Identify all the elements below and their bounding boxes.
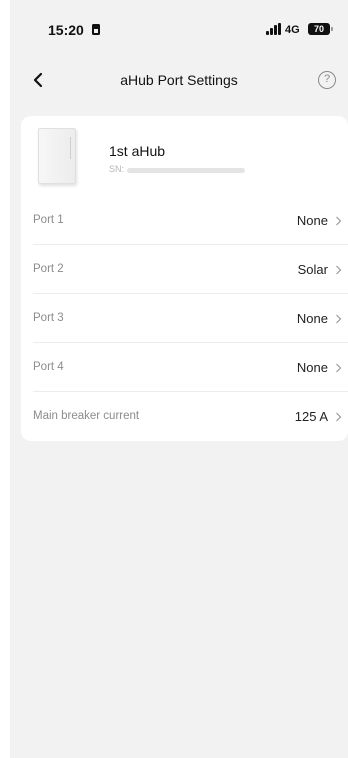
device-sn-redacted <box>127 168 245 173</box>
row-value: Solar <box>297 262 328 277</box>
battery-icon: 70 <box>308 23 333 35</box>
row-value: None <box>296 311 328 326</box>
status-bar: 15:20 4G 70 <box>10 0 348 58</box>
row-value: 125 A <box>294 409 328 424</box>
device-sn-label: SN: <box>109 164 125 174</box>
page-title: aHub Port Settings <box>120 72 238 88</box>
chevron-right-icon <box>336 412 342 422</box>
row-value: None <box>296 213 328 228</box>
sim-card-icon <box>92 24 100 35</box>
device-image <box>38 128 76 184</box>
port-list: Port 1 None Port 2 Solar Port 3 None Por… <box>33 196 348 441</box>
chevron-right-icon <box>336 314 342 324</box>
battery-level: 70 <box>313 24 324 34</box>
port-1-row[interactable]: Port 1 None <box>33 196 348 245</box>
row-label: Port 2 <box>33 263 64 275</box>
device-info: 1st aHub SN: <box>21 116 348 196</box>
nav-header: aHub Port Settings ? <box>10 62 348 98</box>
chevron-right-icon <box>336 216 342 226</box>
settings-card: 1st aHub SN: Port 1 None Port 2 Solar Po… <box>21 116 348 441</box>
row-label: Port 3 <box>33 312 64 324</box>
status-time: 15:20 <box>48 22 84 38</box>
help-icon[interactable]: ? <box>318 71 336 89</box>
device-name: 1st aHub <box>109 143 166 159</box>
row-label: Port 1 <box>33 214 64 226</box>
chevron-right-icon <box>336 363 342 373</box>
port-3-row[interactable]: Port 3 None <box>33 294 348 343</box>
chevron-right-icon <box>336 265 342 275</box>
row-label: Main breaker current <box>33 410 140 422</box>
signal-icon <box>266 23 282 35</box>
port-4-row[interactable]: Port 4 None <box>33 343 348 392</box>
row-value: None <box>296 360 328 375</box>
port-2-row[interactable]: Port 2 Solar <box>33 245 348 294</box>
app-screen: 15:20 4G 70 aHub Port Settings ? 1st aHu… <box>10 0 348 758</box>
main-breaker-row[interactable]: Main breaker current 125 A <box>33 392 348 441</box>
row-label: Port 4 <box>33 361 64 373</box>
network-type: 4G <box>285 24 300 36</box>
